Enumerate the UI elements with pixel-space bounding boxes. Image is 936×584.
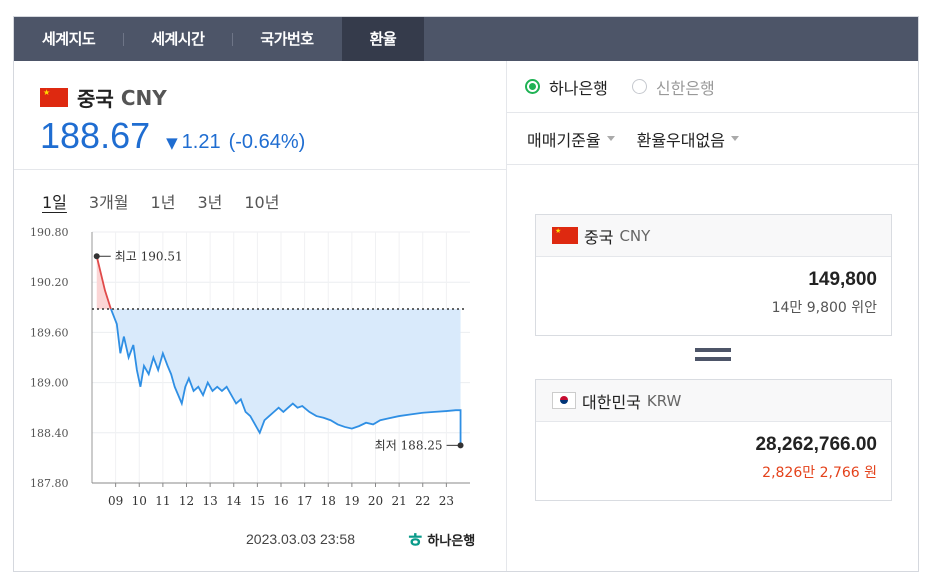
rate-change-percent: (-0.64%) (228, 131, 306, 153)
to-amount-words: 2,826만 2,766 원 (762, 465, 877, 481)
to-currency-code: KRW (646, 391, 682, 410)
y-tick-label: 189.00 (30, 377, 69, 390)
x-tick-label: 15 (250, 494, 265, 508)
current-rate: 188.67 (40, 115, 151, 156)
rate-type-label: 매매기준율 (527, 130, 601, 150)
preferential-rate-dropdown[interactable]: 환율우대없음 (637, 127, 739, 151)
to-currency-select[interactable]: 대한민국 KRW (536, 380, 891, 422)
high-label: 최고 190.51 (115, 249, 183, 263)
rate-options: 매매기준율 환율우대없음 (507, 113, 918, 165)
x-tick-label: 14 (226, 494, 242, 508)
preferential-label: 환율우대없음 (636, 130, 725, 150)
hana-bank-logo: ㅎ 하나은행 (406, 527, 476, 552)
exchange-rate-widget: 세계지도 세계시간 국가번호 환율 중국 CNY 188.67 ▼ 1.21 (… (13, 16, 919, 572)
currency-header: 중국 CNY (40, 83, 167, 112)
logo-text: 하나은행 (427, 534, 476, 549)
tab-exchange-rate[interactable]: 환율 (341, 17, 425, 61)
caret-down-icon (606, 136, 615, 141)
x-tick-label: 23 (439, 494, 454, 508)
period-1day[interactable]: 1일 (42, 189, 67, 213)
bank-selector: 하나은행 신한은행 (507, 61, 918, 113)
caret-down-icon (730, 136, 739, 141)
from-amount-input[interactable]: 149,800 14만 9,800 위안 (536, 257, 891, 335)
from-currency-card: 중국 CNY 149,800 14만 9,800 위안 (535, 214, 892, 336)
x-tick-label: 11 (155, 494, 170, 508)
from-amount: 149,800 (808, 269, 877, 290)
china-flag-icon (552, 227, 578, 244)
to-currency-name: 대한민국 (582, 392, 641, 412)
from-currency-select[interactable]: 중국 CNY (536, 215, 891, 257)
y-tick-label: 190.20 (30, 276, 69, 289)
x-tick-label: 21 (391, 494, 406, 508)
rate-change: 1.21 (181, 131, 221, 153)
x-tick-label: 22 (415, 494, 430, 508)
x-tick-label: 09 (108, 494, 123, 508)
converter-panel: 하나은행 신한은행 매매기준율 환율우대없음 중국 CNY (507, 61, 918, 571)
radio-selected-icon[interactable] (525, 79, 540, 94)
china-flag-icon (40, 88, 68, 107)
divider (14, 169, 506, 170)
x-tick-label: 18 (321, 494, 336, 508)
from-currency-code: CNY (619, 226, 651, 245)
x-tick-label: 20 (368, 494, 383, 508)
period-3months[interactable]: 3개월 (89, 189, 129, 213)
tab-world-map[interactable]: 세계지도 (14, 17, 123, 61)
korea-flag-icon (552, 392, 576, 409)
x-tick-label: 10 (132, 494, 147, 508)
x-tick-label: 16 (273, 494, 288, 508)
low-label: 최저 188.25 (375, 438, 443, 452)
y-tick-label: 189.60 (30, 326, 69, 339)
down-arrow-icon: ▼ (166, 134, 178, 152)
tab-country-code[interactable]: 국가번호 (232, 17, 341, 61)
rate-panel: 중국 CNY 188.67 ▼ 1.21 (-0.64%) 1일 3개월 1년 … (14, 61, 506, 571)
bank-label: 신한은행 (655, 78, 715, 98)
to-amount-input[interactable]: 28,262,766.00 2,826만 2,766 원 (536, 422, 891, 500)
y-tick-label: 190.80 (30, 226, 69, 239)
radio-unselected-icon[interactable] (631, 79, 647, 94)
tab-world-time[interactable]: 세계시간 (123, 17, 232, 61)
rate-row: 188.67 ▼ 1.21 (-0.64%) (40, 115, 305, 157)
hana-logo-icon: ㅎ (406, 527, 425, 552)
rate-type-dropdown[interactable]: 매매기준율 (527, 127, 615, 151)
tab-bar: 세계지도 세계시간 국가번호 환율 (14, 17, 918, 61)
from-currency-name: 중국 (584, 227, 614, 247)
period-10years[interactable]: 10년 (244, 189, 279, 213)
period-tabs: 1일 3개월 1년 3년 10년 (42, 189, 301, 213)
x-tick-label: 13 (202, 494, 217, 508)
from-amount-words: 14만 9,800 위안 (771, 300, 877, 316)
bank-label: 하나은행 (549, 78, 608, 98)
equals-icon (695, 348, 731, 366)
period-3years[interactable]: 3년 (197, 189, 222, 213)
x-tick-label: 19 (344, 494, 359, 508)
bank-option-shinhan[interactable]: 신한은행 (631, 75, 715, 99)
x-tick-label: 12 (179, 494, 194, 508)
to-amount: 28,262,766.00 (755, 434, 877, 455)
rate-chart: 190.80 190.20 189.60 189.00 188.40 187.80 09 10… (30, 226, 470, 508)
to-currency-card: 대한민국 KRW 28,262,766.00 2,826만 2,766 원 (535, 379, 892, 501)
y-tick-label: 187.80 (30, 477, 69, 490)
bank-option-hana[interactable]: 하나은행 (525, 75, 608, 99)
y-tick-label: 188.40 (30, 427, 69, 440)
x-tick-label: 17 (297, 494, 312, 508)
currency-name: 중국 (77, 87, 114, 111)
updated-timestamp: 2023.03.03 23:58 (246, 531, 355, 547)
period-1year[interactable]: 1년 (151, 189, 176, 213)
currency-code: CNY (120, 85, 167, 110)
